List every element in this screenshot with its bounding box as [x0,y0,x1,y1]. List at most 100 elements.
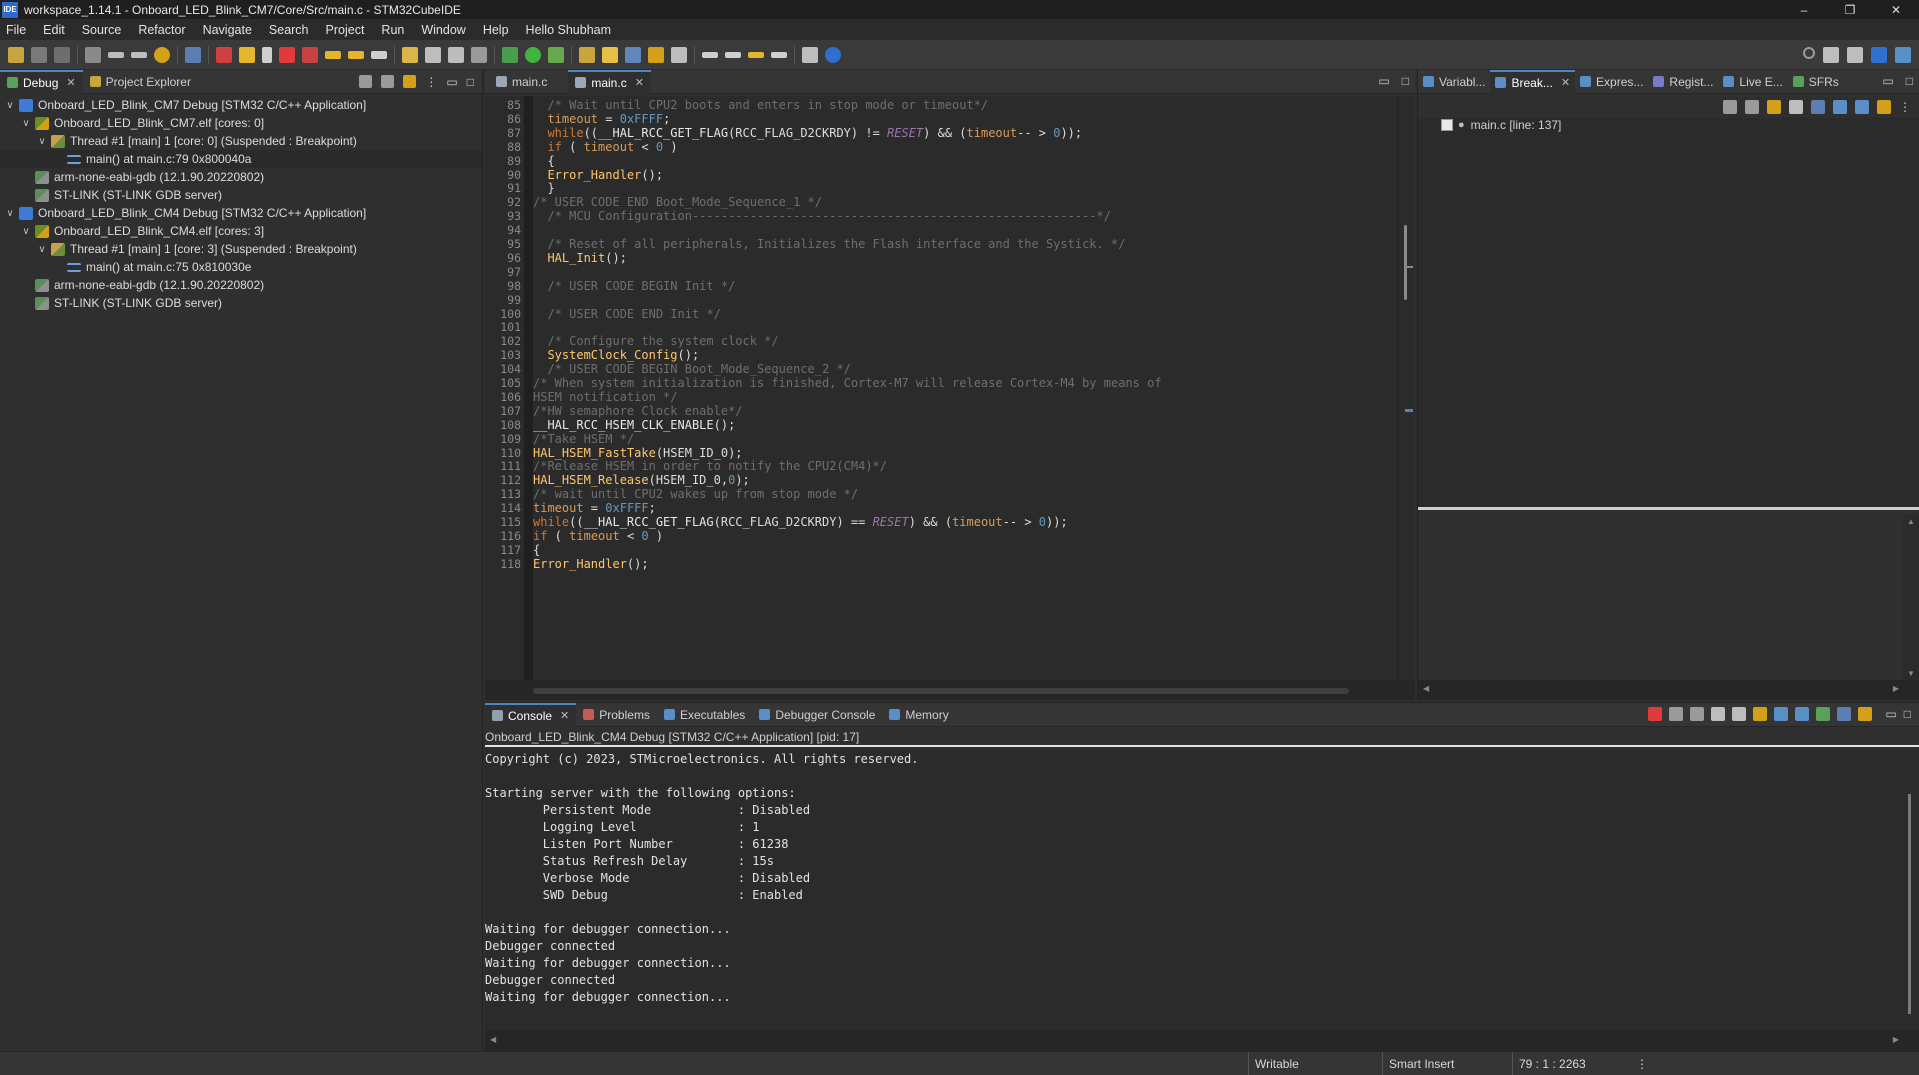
menu-item-source[interactable]: Source [82,23,122,37]
status-more-icon[interactable]: ⋮ [1630,1052,1648,1075]
editor-horizontal-scrollbar[interactable] [485,680,1415,700]
tree-item[interactable]: arm-none-eabi-gdb (12.1.90.20220802) [0,276,482,294]
console-horizontal-scrollbar[interactable]: ◀ ▶ [485,1031,1919,1051]
annotation-icon[interactable] [648,46,664,63]
debug-icon[interactable] [471,46,487,63]
editor-vertical-scrollbar[interactable] [1397,96,1415,680]
tab-sfrs[interactable]: SFRs [1788,70,1844,94]
collapse-all-icon[interactable] [1855,100,1869,114]
next-annotation-icon[interactable] [671,46,687,63]
display-console-icon[interactable] [1837,707,1852,721]
terminate-icon[interactable] [1648,707,1663,721]
remove-all-terminated-icon[interactable] [1690,707,1705,721]
tree-item[interactable]: ∨ Onboard_LED_Blink_CM4 Debug [STM32 C/C+… [0,204,482,222]
step-into-icon[interactable] [325,50,341,59]
scroll-left-icon[interactable]: ◀ [1423,684,1429,693]
scroll-down-icon[interactable]: ▼ [1907,669,1915,678]
tree-item[interactable]: ST-LINK (ST-LINK GDB server) [0,294,482,312]
edit-icon[interactable] [602,46,618,63]
external-tools-icon[interactable] [548,46,564,63]
instruction-step-icon[interactable] [402,46,418,63]
tab-memory[interactable]: Memory [882,703,955,727]
expand-icon[interactable]: ∨ [20,118,32,129]
minimize-view-icon[interactable]: ▭ [1882,74,1893,88]
tab-expres[interactable]: Expres... [1575,70,1648,94]
search-icon[interactable] [1803,47,1815,59]
tree-item[interactable]: arm-none-eabi-gdb (12.1.90.20220802) [0,168,482,186]
scroll-left-icon[interactable]: ◀ [490,1035,496,1044]
tree-item[interactable]: ST-LINK (ST-LINK GDB server) [0,186,482,204]
maximize-view-icon[interactable]: □ [467,75,474,89]
redo-icon[interactable] [131,51,147,58]
maximize-view-icon[interactable]: □ [1904,707,1911,721]
open-perspective-icon[interactable] [1823,47,1839,63]
editor-hscroll-thumb[interactable] [533,688,1349,694]
save-all-icon[interactable] [54,46,70,63]
expand-icon[interactable]: ∨ [4,100,16,111]
info-icon[interactable] [825,46,841,63]
menu-item-search[interactable]: Search [269,23,309,37]
skip-breakpoints-icon[interactable] [216,46,232,63]
search-tool-icon[interactable] [185,46,201,63]
console-scroll-thumb[interactable] [1908,794,1911,1014]
close-button[interactable]: ✕ [1873,0,1919,19]
maximize-view-icon[interactable]: □ [1402,74,1409,88]
scroll-up-icon[interactable]: ▲ [1907,517,1915,526]
nav-forward-icon[interactable] [771,51,787,58]
close-icon[interactable]: ✕ [635,76,644,89]
expand-icon[interactable]: ∨ [36,244,48,255]
breakpoint-item[interactable]: ● main.c [line: 137] [1441,118,1561,132]
scroll-right-icon[interactable]: ▶ [1893,1035,1899,1044]
menu-item-run[interactable]: Run [381,23,404,37]
step-return-icon[interactable] [371,50,387,59]
refresh-icon[interactable] [154,46,170,63]
scroll-right-icon[interactable]: ▶ [1893,684,1899,693]
remove-breakpoint-icon[interactable] [1723,100,1737,114]
tab-break[interactable]: Break... ✕ [1490,69,1576,94]
minimize-view-icon[interactable]: ▭ [1885,707,1896,721]
menu-item-hello-shubham[interactable]: Hello Shubham [526,23,611,37]
link-with-editor-icon[interactable] [403,75,417,88]
maximize-button[interactable]: ❐ [1827,0,1873,19]
close-icon[interactable]: ✕ [66,76,75,89]
breakpoints-vertical-scrollbar[interactable]: ▲ ▼ [1903,515,1919,680]
tab-problems[interactable]: Problems [576,703,657,727]
console-vertical-scrollbar[interactable] [1901,749,1919,1031]
close-icon[interactable]: ✕ [1561,76,1570,89]
tab-console[interactable]: Console ✕ [485,702,577,727]
tree-item[interactable]: ∨ Thread #1 [main] 1 [core: 3] (Suspended… [0,240,482,258]
show-supported-icon[interactable] [1767,100,1781,114]
tab-debugger-console[interactable]: Debugger Console [752,703,882,727]
breakpoint-checkbox[interactable] [1441,119,1453,131]
tab-executables[interactable]: Executables [657,703,752,727]
restart-icon[interactable] [425,46,441,63]
console-output[interactable]: Copyright (c) 2023, STMicroelectronics. … [485,749,1901,1031]
new-icon[interactable] [8,46,24,63]
close-icon[interactable]: ✕ [560,709,569,722]
tab-variabl[interactable]: Variabl... [1418,70,1490,94]
forward-icon[interactable] [725,51,741,58]
resume-icon[interactable] [239,46,255,63]
cpp-perspective-icon[interactable] [1847,47,1863,63]
mx-perspective-icon[interactable] [1871,47,1887,63]
minimize-button[interactable]: – [1781,0,1827,19]
expand-icon[interactable]: ∨ [20,226,32,237]
tab-live-e[interactable]: Live E... [1718,70,1787,94]
expand-all-icon[interactable] [1833,100,1847,114]
menu-item-help[interactable]: Help [483,23,509,37]
disconnect-icon[interactable] [302,46,318,63]
expand-icon[interactable]: ∨ [36,136,48,147]
drop-to-frame-icon[interactable] [448,46,464,63]
debug-config-icon[interactable] [502,46,518,63]
toggle-highlight-icon[interactable] [625,46,641,63]
terminate-icon[interactable] [279,46,295,63]
breakpoints-horizontal-scrollbar[interactable]: ◀ ▶ [1418,680,1919,700]
debug-perspective-icon[interactable] [1895,47,1911,63]
open-console-icon[interactable] [1858,707,1873,721]
open-type-icon[interactable] [579,46,595,63]
tab-main-c-cm4[interactable]: main.c [489,70,554,94]
expand-icon[interactable]: ∨ [4,208,16,219]
tree-item[interactable]: main() at main.c:75 0x810030e [0,258,482,276]
tree-item[interactable]: ∨ Onboard_LED_Blink_CM7 Debug [STM32 C/C+… [0,96,482,114]
tab-debug[interactable]: Debug ✕ [0,69,83,94]
